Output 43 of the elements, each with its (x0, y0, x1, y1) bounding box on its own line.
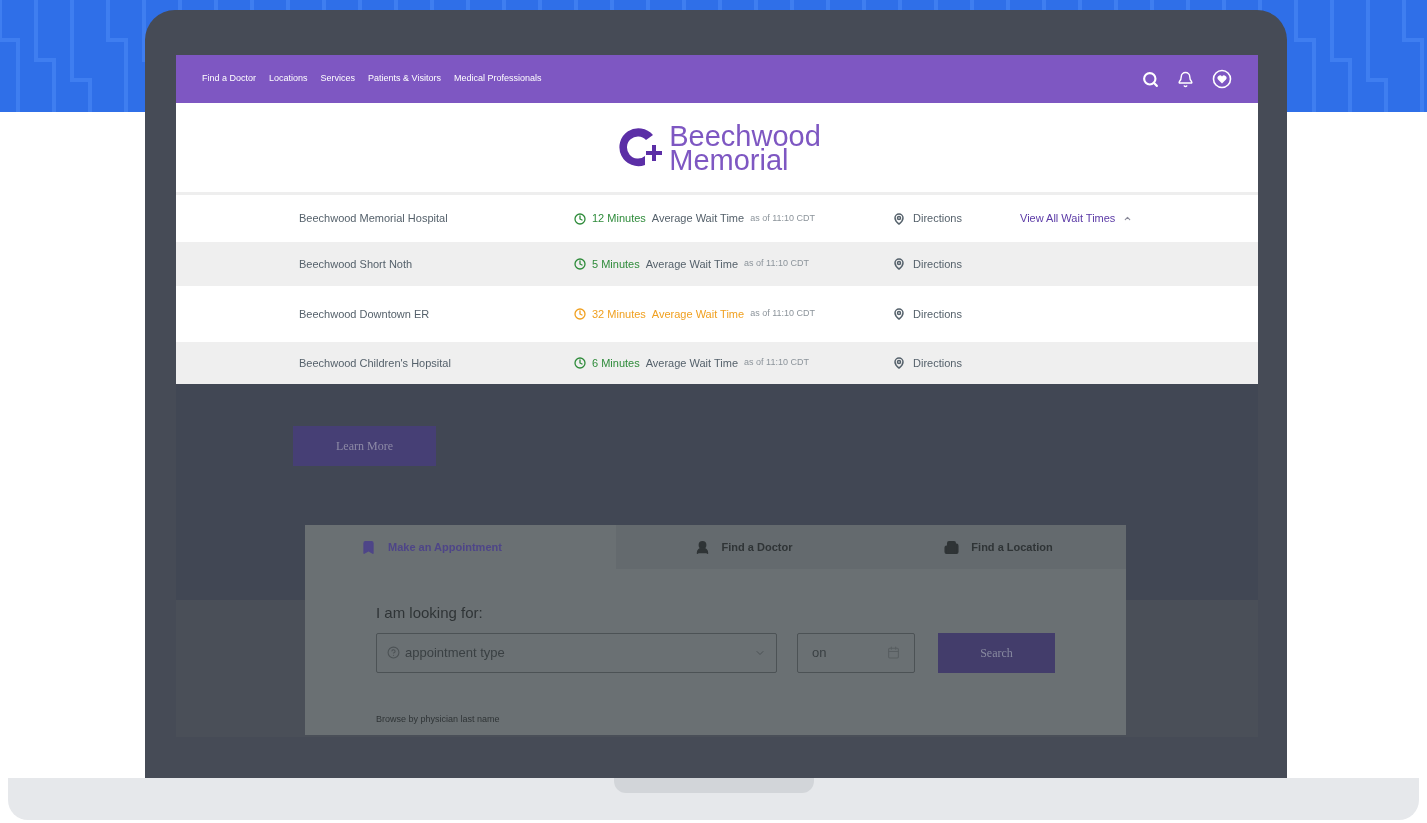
nav-link[interactable]: Locations (269, 72, 308, 86)
wait-minutes: 12 Minutes (592, 211, 646, 227)
directions-link[interactable]: Directions (893, 255, 1020, 273)
location-name: Beechwood Memorial Hospital (299, 211, 449, 227)
nav-link[interactable]: Services (320, 72, 356, 86)
heart-circle-icon[interactable] (1212, 69, 1232, 89)
wait-label: Average Wait Time (651, 211, 745, 227)
map-pin-icon (893, 357, 905, 369)
clock-icon (574, 357, 586, 369)
wait-timestamp: as of 11:10 CDT (750, 211, 815, 225)
map-pin-icon (893, 258, 905, 270)
map-pin-icon (893, 212, 905, 225)
logo-wordmark: Beechwood Memorial (669, 123, 821, 172)
clock-icon (574, 258, 586, 270)
wait-minutes: 5 Minutes (592, 256, 640, 272)
bell-icon[interactable] (1177, 70, 1194, 88)
search-icon[interactable] (1142, 70, 1159, 88)
help-icon (387, 646, 400, 659)
person-icon (694, 539, 710, 555)
wait-timestamp: as of 11:10 CDT (750, 307, 815, 321)
directions-link[interactable]: Directions (893, 210, 1020, 227)
wait-label: Average Wait Time (651, 306, 745, 322)
bookmark-icon (361, 539, 376, 555)
directions-link[interactable]: Directions (893, 354, 1020, 372)
nav-link[interactable]: Medical Professionals (453, 72, 542, 86)
wait-label: Average Wait Time (645, 355, 739, 371)
location-name: Beechwood Short Noth (299, 256, 414, 272)
location-name: Beechwood Children's Hopsital (299, 355, 452, 371)
nav-link[interactable]: Find a Doctor (202, 72, 257, 86)
search-button[interactable]: Search (938, 632, 1055, 673)
wait-timestamp: as of 11:10 CDT (744, 257, 809, 271)
location-name: Beechwood Downtown ER (299, 306, 431, 322)
directions-link[interactable]: Directions (893, 305, 1020, 323)
nav-link[interactable]: Patients & Visitors (368, 72, 441, 86)
wait-timestamp: as of 11:10 CDT (744, 356, 809, 370)
clock-icon (574, 308, 586, 320)
wait-minutes: 6 Minutes (592, 355, 640, 371)
view-all-wait-times-link[interactable]: View All Wait Times (1020, 210, 1258, 227)
wait-minutes: 32 Minutes (592, 306, 646, 322)
clock-icon (574, 212, 586, 225)
map-pin-icon (893, 308, 905, 320)
learn-more-button[interactable]: Learn More (293, 426, 436, 466)
wait-label: Average Wait Time (645, 256, 739, 272)
